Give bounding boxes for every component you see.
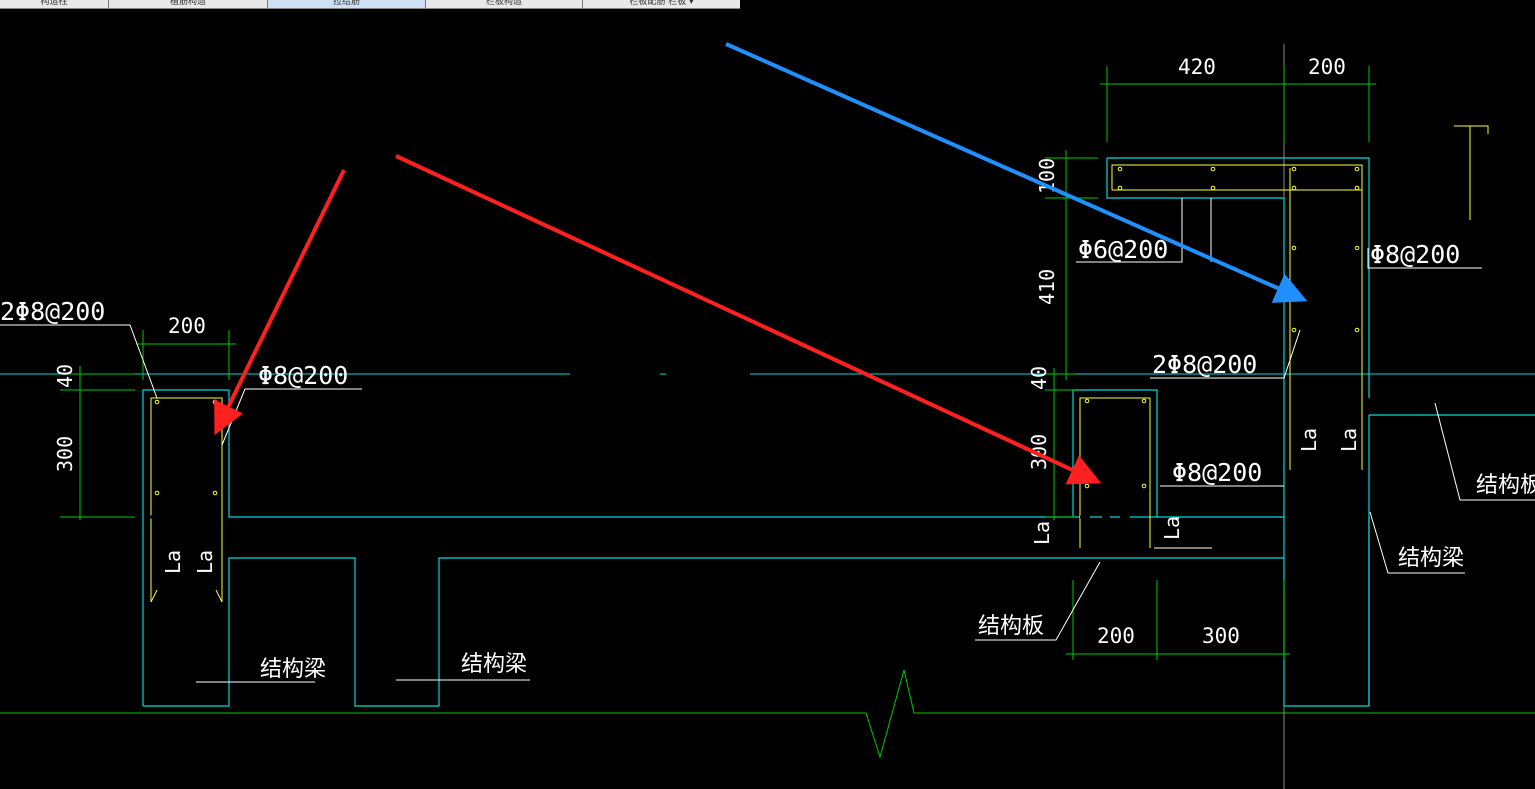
dim-200-bottom: 200: [1097, 624, 1135, 648]
label-right-phi8-vertical: Φ8@200: [1370, 240, 1460, 269]
la-left-1: La: [161, 550, 185, 574]
label-right-phi6: Φ6@200: [1078, 235, 1168, 264]
cad-drawing-canvas: 100 410 40 300 40 300 La La La La La La …: [0, 42, 1535, 789]
label-slab-bottom: 结构板: [978, 614, 1044, 639]
la-right-2: La: [1160, 516, 1184, 540]
label-right-2phi8: 2Φ8@200: [1152, 350, 1257, 379]
label-slab-right: 结构板: [1476, 473, 1535, 498]
label-beam-middle: 结构梁: [461, 652, 527, 677]
label-left-2phi8: 2Φ8@200: [0, 297, 105, 326]
ground-break-line: [0, 669, 1535, 759]
label-left-phi8: Φ8@200: [258, 361, 348, 390]
red-arrow-right: [395, 154, 1102, 485]
structure-labels: 结构梁 结构梁 结构板 结构梁 结构板: [260, 473, 1535, 682]
label-beam-right: 结构梁: [1398, 546, 1464, 571]
la-left-2: La: [193, 550, 217, 574]
dim-40-right: 40: [1027, 366, 1051, 390]
dim-300-bottom: 300: [1202, 624, 1240, 648]
rebar-lines: [150, 125, 1489, 603]
dim-420: 420: [1178, 55, 1216, 79]
la-column-1: La: [1297, 428, 1321, 452]
dim-40-left: 40: [53, 364, 77, 388]
label-right-phi8: Φ8@200: [1172, 458, 1262, 487]
structure-outline: [142, 157, 1535, 707]
rebar-dots: [154, 166, 1360, 496]
la-column-2: La: [1337, 428, 1361, 452]
la-right-1: La: [1030, 521, 1054, 545]
dim-300-left: 300: [53, 436, 77, 472]
dim-410: 410: [1035, 269, 1059, 305]
dim-200-top: 200: [1308, 55, 1346, 79]
dim-200-left: 200: [168, 314, 206, 338]
anchor-labels: La La La La La La: [161, 428, 1361, 574]
label-beam-left: 结构梁: [260, 657, 326, 682]
